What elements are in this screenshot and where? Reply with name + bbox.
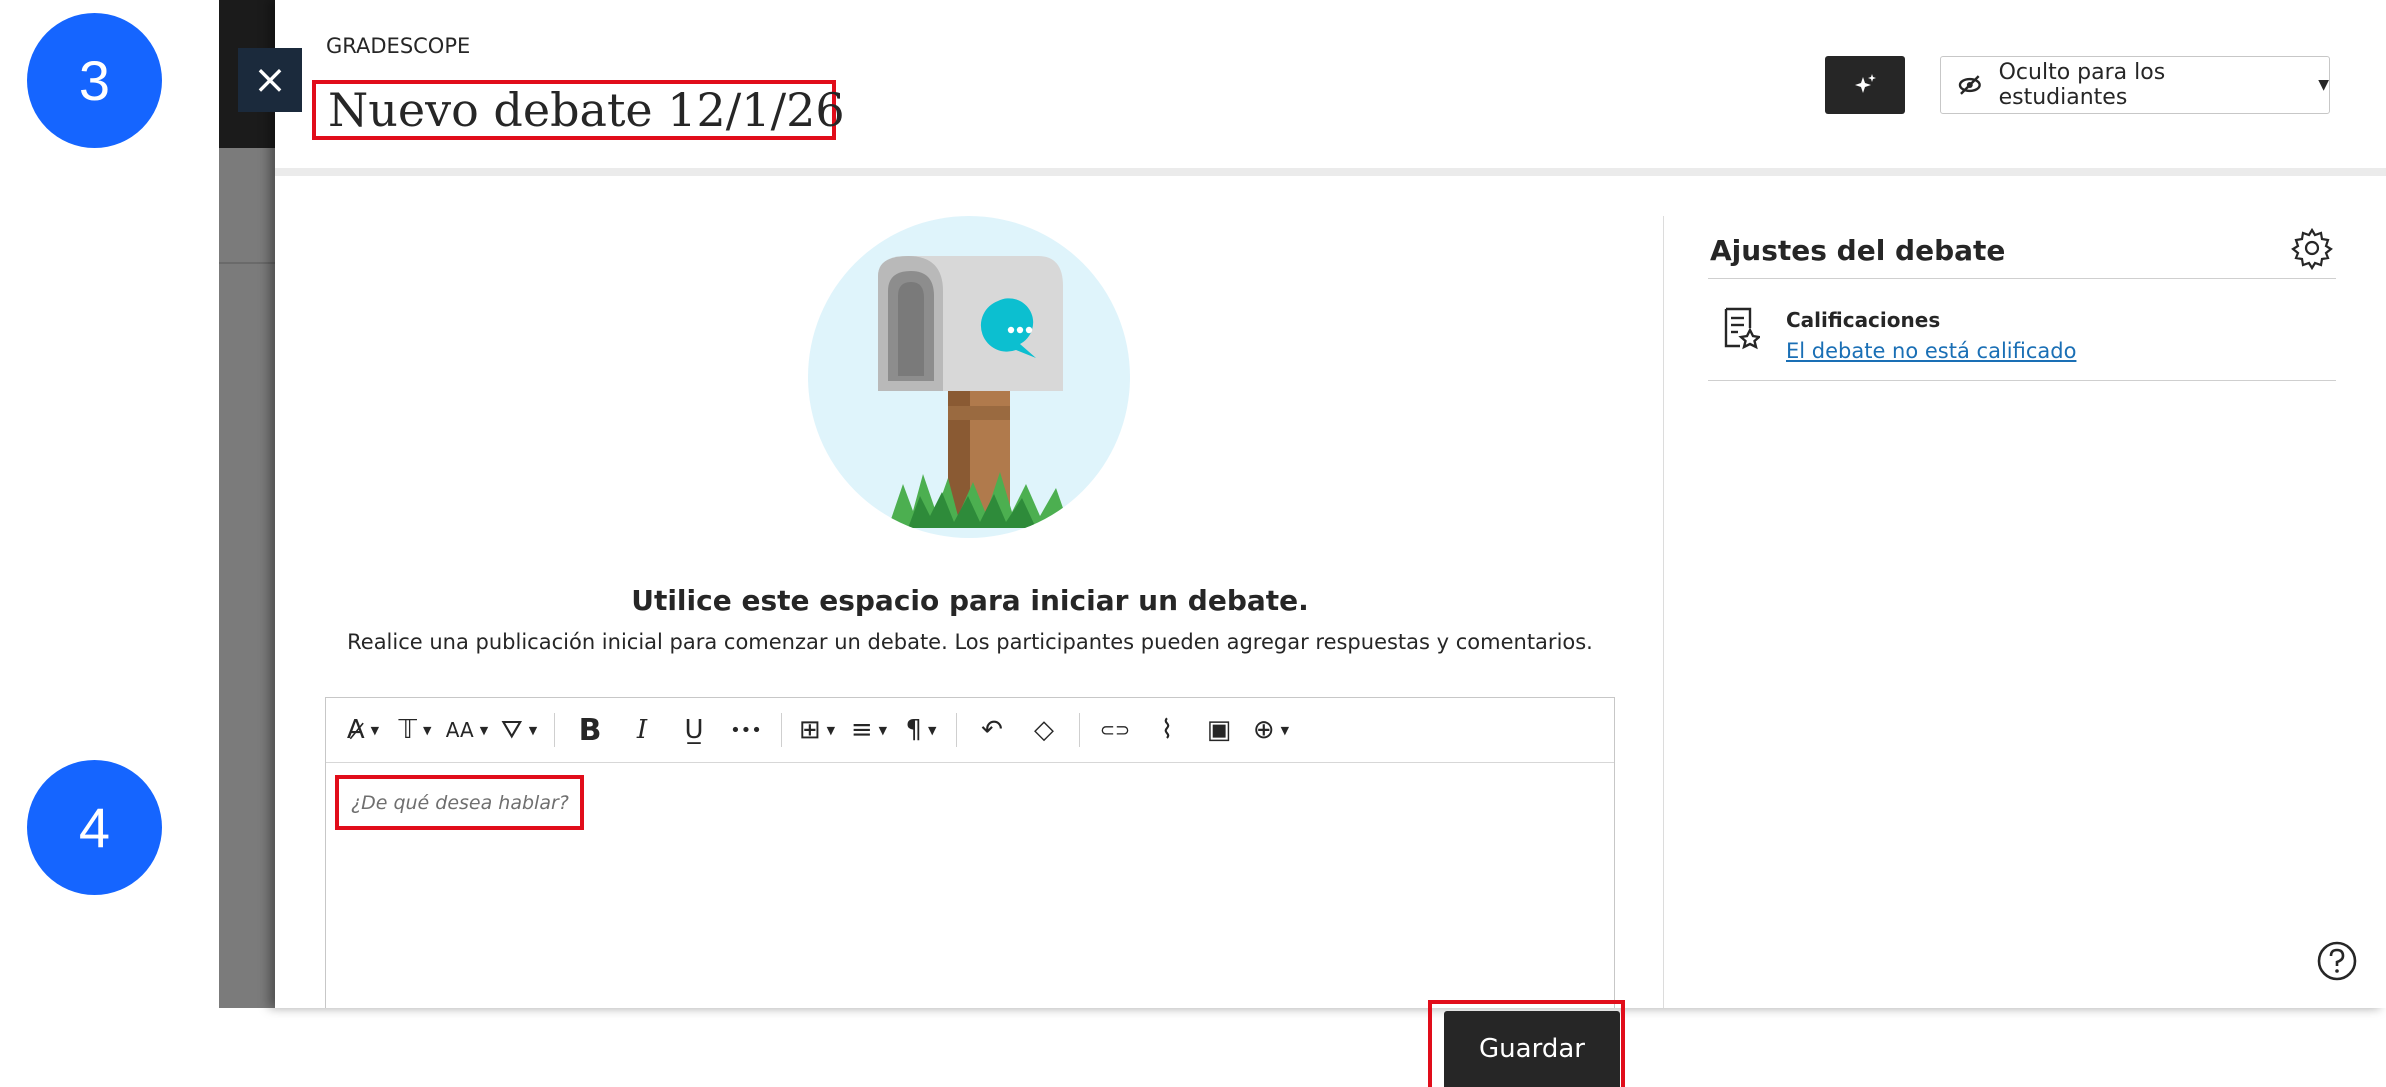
more-icon[interactable]: ••• (723, 708, 769, 752)
italic-icon[interactable]: I (619, 708, 665, 752)
eye-slash-icon (1958, 75, 1981, 95)
underline-icon[interactable]: U̲ (671, 708, 717, 752)
editor-placeholder[interactable]: ¿De qué desea hablar? (351, 792, 569, 814)
text-style-icon[interactable]: A̷ ▼ (340, 708, 386, 752)
font-family-icon[interactable]: 𝕋 ▼ (392, 708, 438, 752)
settings-divider (1708, 380, 2336, 381)
toolbar-separator (1079, 713, 1080, 747)
step-number: 3 (78, 49, 111, 112)
glyph: ⛛ (500, 714, 523, 745)
prompt-heading: Utilice este espacio para iniciar un deb… (631, 584, 1309, 617)
prompt-subheading: Realice una publicación inicial para com… (347, 630, 1593, 654)
visibility-dropdown[interactable]: Oculto para los estudiantes ▼ (1940, 56, 2330, 114)
title-highlight: Nuevo debate 12/1/26 (312, 80, 845, 140)
glyph: A̷ (346, 715, 365, 745)
dropdown-icon: ▼ (528, 723, 538, 737)
ai-assist-button[interactable] (1825, 56, 1905, 114)
dropdown-icon: ▼ (826, 723, 836, 737)
save-button[interactable]: Guardar (1444, 1011, 1620, 1087)
step-badge-3: 3 (27, 13, 162, 148)
glyph: ⊂⊃ (1099, 719, 1131, 741)
header-divider (275, 168, 2386, 176)
font-size-icon[interactable]: AA ▼ (444, 708, 490, 752)
glyph: U̲ (684, 715, 704, 745)
page-title[interactable]: Nuevo debate 12/1/26 (328, 83, 845, 137)
attachment-icon[interactable]: ⌇ (1144, 708, 1190, 752)
dropdown-icon: ▼ (878, 723, 888, 737)
eraser-icon[interactable]: ◇ (1021, 708, 1067, 752)
header-kicker: GRADESCOPE (326, 34, 471, 58)
glyph: ¶ (905, 715, 923, 745)
dropdown-icon: ▼ (370, 723, 380, 737)
rich-text-editor[interactable]: A̷ ▼ 𝕋 ▼ AA ▼ ⛛ ▼ B I U̲ ••• ⊞ ▼ ≡ ▼ ¶ ▼ ↶ ◇ ⊂⊃… (325, 697, 1615, 1008)
grades-link[interactable]: El debate no está calificado (1786, 339, 2076, 363)
dropdown-icon: ▼ (479, 723, 489, 737)
background-page-strip (219, 0, 275, 1008)
glyph: ↶ (981, 715, 1003, 745)
close-button[interactable]: × (238, 48, 302, 112)
sparkle-icon (1855, 74, 1876, 93)
table-icon[interactable]: ⊞ ▼ (794, 708, 840, 752)
step-number: 4 (78, 796, 111, 859)
column-divider (1663, 216, 1664, 1008)
glyph: ⌇ (1160, 715, 1174, 745)
paragraph-icon[interactable]: ¶ ▼ (898, 708, 944, 752)
dropdown-icon: ▼ (928, 723, 937, 737)
chevron-down-icon: ▼ (2318, 77, 2329, 93)
glyph: ••• (730, 719, 762, 741)
step-badge-4: 4 (27, 760, 162, 895)
toolbar-separator (554, 713, 555, 747)
glyph: ⊞ (798, 715, 821, 745)
glyph: B (578, 712, 602, 748)
close-icon: × (253, 57, 287, 103)
editor-toolbar: A̷ ▼ 𝕋 ▼ AA ▼ ⛛ ▼ B I U̲ ••• ⊞ ▼ ≡ ▼ ¶ ▼ ↶ ◇ ⊂⊃… (326, 698, 1614, 763)
undo-icon[interactable]: ↶ (969, 708, 1015, 752)
settings-divider (1708, 278, 2336, 279)
background-divider (219, 262, 275, 264)
dropdown-icon: ▼ (422, 723, 432, 737)
link-icon[interactable]: ⊂⊃ (1092, 708, 1138, 752)
gear-icon[interactable] (2290, 226, 2334, 270)
glyph: AA (445, 718, 474, 742)
bold-icon[interactable]: B (567, 708, 613, 752)
paint-bucket-icon[interactable]: ⛛ ▼ (496, 708, 542, 752)
toolbar-separator (956, 713, 957, 747)
settings-title: Ajustes del debate (1710, 234, 2006, 267)
dropdown-icon: ▼ (1280, 723, 1290, 737)
glyph: ◇ (1034, 715, 1054, 745)
help-icon[interactable] (2316, 940, 2358, 982)
glyph: ≡ (850, 715, 873, 745)
image-icon[interactable]: ▣ (1196, 708, 1242, 752)
visibility-label: Oculto para los estudiantes (1998, 60, 2166, 110)
grade-report-icon (1724, 307, 1760, 350)
mailbox-illustration (808, 216, 1130, 538)
grades-label: Calificaciones (1786, 308, 1941, 332)
glyph: 𝕋 (398, 715, 417, 745)
insert-icon[interactable]: ⊕ ▼ (1248, 708, 1294, 752)
toolbar-separator (781, 713, 782, 747)
placeholder-highlight: ¿De qué desea hablar? (335, 775, 584, 830)
glyph: I (636, 715, 648, 745)
glyph: ▣ (1206, 715, 1232, 745)
glyph: ⊕ (1252, 715, 1275, 745)
align-icon[interactable]: ≡ ▼ (846, 708, 892, 752)
